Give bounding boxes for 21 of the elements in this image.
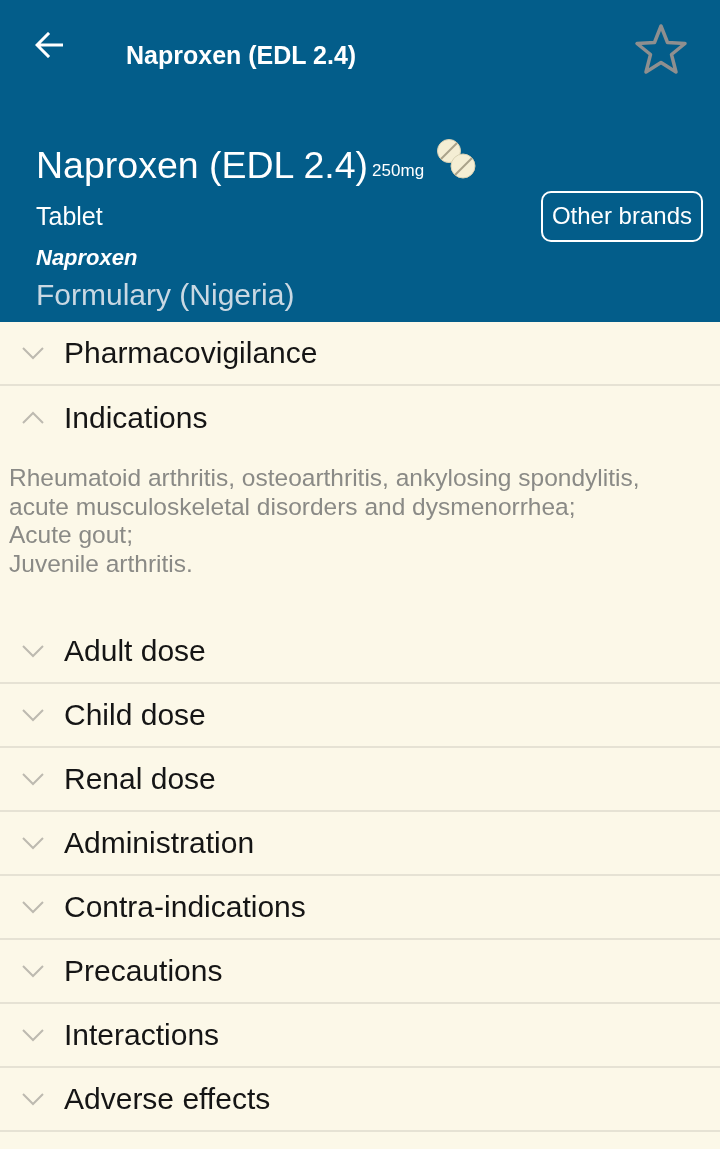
section-text: Rheumatoid arthritis, osteoarthritis, ankylosing spondylitis, acute musculoskeletal disorders and dysmenorrhea; Acute gout; Juvenile arthritis. [8,463,641,579]
section-header[interactable]: Adult dose [0,620,720,682]
section-header[interactable]: Renal dose [0,748,720,810]
tablets-icon [436,138,477,179]
section-header[interactable]: Contra-indications [0,876,720,938]
section-header[interactable]: Indications [0,386,720,450]
back-arrow-icon[interactable] [35,32,63,58]
toolbar-title: Naproxen (EDL 2.4) [126,40,357,70]
star-icon[interactable] [634,23,688,75]
section-header[interactable]: Precautions [0,940,720,1002]
dosage-form: Tablet [36,202,103,230]
drug-name: Naproxen (EDL 2.4) [36,143,369,187]
section-header[interactable]: Pharmacovigilance [0,322,720,384]
generic-name: Naproxen [36,246,138,270]
section-header[interactable]: Interactions [0,1004,720,1066]
section-header[interactable]: Administration [0,812,720,874]
drug-strength: 250mg [372,161,425,181]
formulary-name: Formulary (Nigeria) [36,278,295,312]
other-brands-button[interactable]: Other brands [540,190,703,242]
section-header[interactable]: Child dose [0,684,720,746]
section-header[interactable]: Adverse effects [0,1068,720,1130]
